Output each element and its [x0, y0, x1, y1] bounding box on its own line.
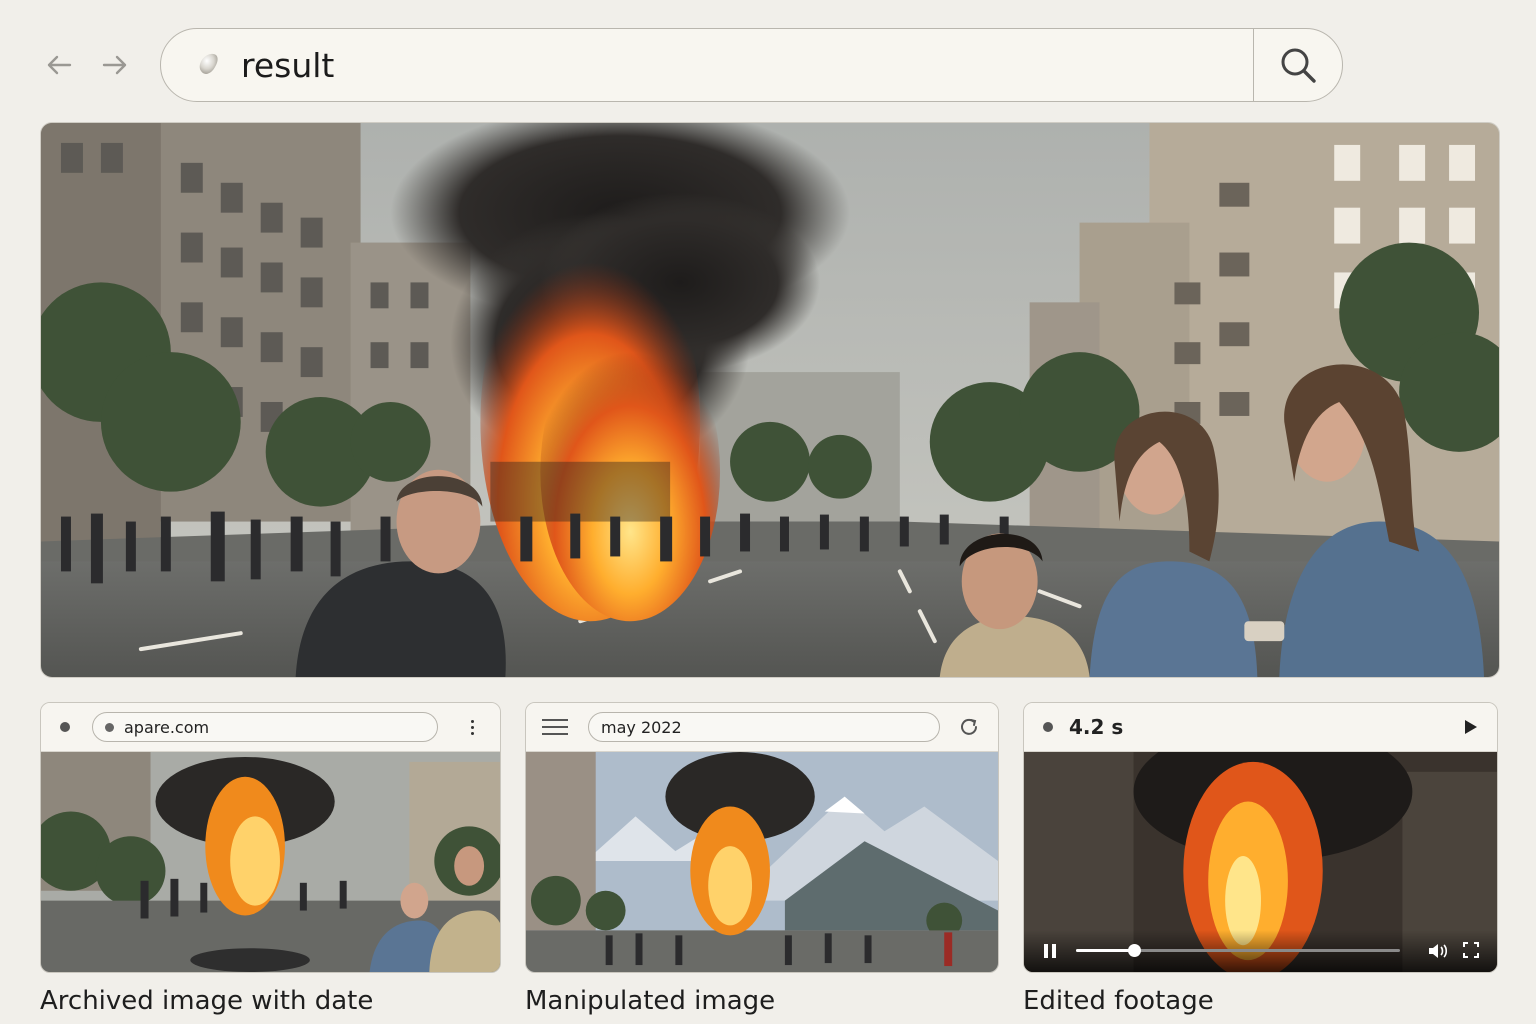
caption-footage: Edited footage [1023, 986, 1214, 1016]
arrow-left-icon [47, 55, 72, 75]
window-dot [60, 722, 70, 732]
search-input[interactable] [241, 35, 1253, 95]
url-text: apare.com [124, 717, 210, 737]
edited-footage-video[interactable] [1024, 752, 1497, 972]
browser-toolbar: apare.com [41, 703, 500, 752]
archived-image-thumbnail [41, 752, 500, 972]
caption-manipulated: Manipulated image [525, 986, 776, 1016]
reload-icon[interactable] [958, 716, 980, 738]
result-card-manipulated[interactable]: may 2022 [525, 702, 999, 973]
blob-logo-icon [193, 49, 225, 81]
progress-fill [1076, 949, 1135, 952]
kebab-menu-icon[interactable] [462, 719, 482, 735]
browser-toolbar: may 2022 [526, 703, 998, 752]
back-button[interactable] [42, 48, 76, 82]
progress-bar[interactable] [1076, 944, 1400, 957]
progress-knob[interactable] [1128, 944, 1142, 957]
result-card-archived[interactable]: apare.com [40, 702, 501, 973]
arrow-right-icon [102, 55, 127, 75]
date-text: may 2022 [601, 717, 682, 737]
video-controls [1024, 930, 1497, 972]
video-toolbar: 4.2 s [1024, 703, 1497, 752]
search-icon [1281, 48, 1316, 83]
result-card-footage[interactable]: 4.2 s [1023, 702, 1498, 973]
caption-archived: Archived image with date [40, 986, 374, 1016]
site-icon [105, 722, 114, 732]
pause-icon[interactable] [1044, 944, 1056, 958]
manipulated-image-thumbnail [526, 752, 998, 972]
burning-street-scene-image [41, 123, 1499, 677]
duration-label: 4.2 s [1069, 715, 1124, 739]
url-bar[interactable]: apare.com [92, 712, 438, 742]
play-icon[interactable] [1465, 720, 1477, 734]
recording-dot [1043, 722, 1053, 732]
volume-icon[interactable] [1427, 942, 1449, 960]
search-bar [160, 28, 1343, 102]
search-button[interactable] [1254, 29, 1342, 101]
fullscreen-icon[interactable] [1463, 942, 1479, 958]
forward-button[interactable] [98, 48, 132, 82]
hamburger-icon[interactable] [542, 719, 568, 735]
main-result-image[interactable] [40, 122, 1500, 678]
date-bar[interactable]: may 2022 [588, 712, 940, 742]
